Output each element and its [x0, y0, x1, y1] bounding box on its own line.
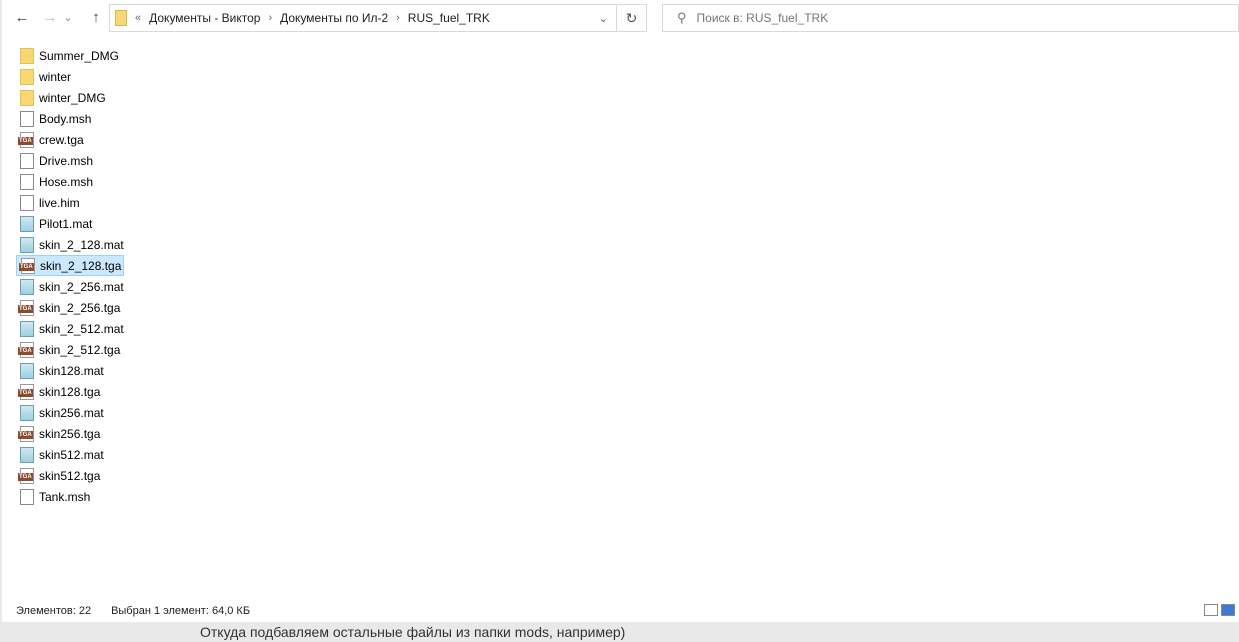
selection-info: Выбран 1 элемент: 64,0 КБ [111, 605, 251, 617]
file-icon [20, 173, 34, 190]
file-item[interactable]: live.him [16, 192, 124, 213]
tga-badge: TGA [18, 304, 33, 313]
file-name: Hose.msh [39, 174, 94, 189]
file-name: skin128.mat [39, 363, 104, 378]
file-item[interactable]: Summer_DMG [16, 45, 124, 66]
file-name: Drive.msh [39, 153, 94, 168]
refresh-button[interactable]: ↻ [617, 4, 647, 32]
breadcrumb-documents-viktor[interactable]: Документы - Виктор [149, 11, 260, 25]
chevron-right-icon: › [396, 12, 400, 24]
file-item[interactable]: skin_2_256.mat [16, 276, 124, 297]
explorer-window: ← → ⌄ ↑ « Документы - Виктор › Документы… [2, 0, 1239, 622]
file-item[interactable]: skin512.mat [16, 444, 124, 465]
file-name: Pilot1.mat [39, 216, 93, 231]
search-icon: ⚲ [677, 10, 687, 25]
large-icons-view-button[interactable] [1221, 604, 1235, 616]
tga-badge: TGA [18, 388, 33, 397]
tga-image-icon: TGA [19, 257, 35, 274]
file-icon [20, 488, 34, 505]
file-name: Body.msh [39, 111, 92, 126]
file-name: skin512.tga [39, 468, 101, 483]
folder-icon [115, 10, 127, 26]
details-view-button[interactable] [1204, 604, 1218, 616]
file-name: Tank.msh [39, 489, 91, 504]
tga-image-icon: TGA [18, 383, 34, 400]
file-name: live.him [39, 195, 80, 210]
file-name: skin256.mat [39, 405, 104, 420]
search-input[interactable] [696, 11, 1238, 25]
breadcrumb-current[interactable]: RUS_fuel_TRK [408, 11, 490, 25]
mat-file-icon [20, 278, 34, 295]
file-name: skin128.tga [39, 384, 101, 399]
file-name: winter_DMG [39, 90, 106, 105]
file-list: Summer_DMGwinter winter_DMG Body.msh TGA cre… [16, 45, 124, 507]
tga-image-icon: TGA [18, 131, 34, 148]
file-name: skin_2_128.mat [39, 237, 124, 252]
file-item[interactable]: TGA skin_2_128.tga [16, 255, 124, 276]
background-page-text: Откуда подбавляем остальные файлы из пап… [200, 624, 626, 640]
mat-file-icon [20, 404, 34, 421]
tga-badge: TGA [19, 262, 34, 271]
back-button[interactable]: ← [12, 8, 32, 28]
file-item[interactable]: Pilot1.mat [16, 213, 124, 234]
forward-button[interactable]: → [40, 8, 60, 28]
chevron-right-icon: › [268, 12, 273, 24]
file-icon [20, 152, 34, 169]
file-name: crew.tga [39, 132, 84, 147]
file-item[interactable]: skin_2_512.mat [16, 318, 124, 339]
search-box[interactable]: ⚲ [662, 4, 1239, 32]
file-item[interactable]: Hose.msh [16, 171, 124, 192]
file-item[interactable]: winter_DMG [16, 87, 124, 108]
overflow-chevron[interactable]: « [135, 12, 141, 24]
file-item[interactable]: Body.msh [16, 108, 124, 129]
file-item[interactable]: Drive.msh [16, 150, 124, 171]
mat-file-icon [20, 320, 34, 337]
folder-icon [20, 68, 34, 85]
tga-badge: TGA [18, 430, 33, 439]
file-name: winter [39, 69, 72, 84]
file-name: skin512.mat [39, 447, 104, 462]
mat-file-icon [20, 215, 34, 232]
mat-file-icon [20, 362, 34, 379]
file-item[interactable]: skin256.mat [16, 402, 124, 423]
file-name: Summer_DMG [39, 48, 120, 63]
mat-file-icon [20, 236, 34, 253]
file-name: skin_2_128.tga [40, 258, 122, 273]
file-name: skin_2_256.mat [39, 279, 124, 294]
folder-icon [20, 47, 34, 64]
file-item[interactable]: TGA skin512.tga [16, 465, 124, 486]
file-name: skin_2_512.tga [39, 342, 121, 357]
file-name: skin256.tga [39, 426, 101, 441]
folder-icon [20, 89, 34, 106]
mat-file-icon [20, 446, 34, 463]
tga-badge: TGA [18, 472, 33, 481]
navigation-bar: ← → ⌄ ↑ « Документы - Виктор › Документы… [2, 0, 1239, 38]
tga-image-icon: TGA [18, 341, 34, 358]
status-bar: Элементов: 22 Выбран 1 элемент: 64,0 КБ [2, 600, 1239, 622]
tga-badge: TGA [18, 346, 33, 355]
file-icon [20, 110, 34, 127]
file-name: skin_2_512.mat [39, 321, 124, 336]
breadcrumb-il2-docs[interactable]: Документы по Ил-2 [280, 11, 388, 25]
up-button[interactable]: ↑ [86, 8, 106, 28]
file-item[interactable]: TGA skin_2_256.tga [16, 297, 124, 318]
item-count: Элементов: 22 [16, 605, 92, 617]
file-item[interactable]: winter [16, 66, 124, 87]
file-item[interactable]: skin_2_128.mat [16, 234, 124, 255]
file-name: skin_2_256.tga [39, 300, 121, 315]
address-bar[interactable]: « Документы - Виктор › Документы по Ил-2… [109, 4, 617, 32]
tga-badge: TGA [18, 136, 33, 145]
recent-locations-button[interactable]: ⌄ [62, 8, 74, 28]
tga-image-icon: TGA [18, 425, 34, 442]
file-item[interactable]: TGA skin128.tga [16, 381, 124, 402]
file-icon [20, 194, 34, 211]
chevron-down-icon[interactable]: ⌄ [599, 12, 608, 25]
file-item[interactable]: TGA skin256.tga [16, 423, 124, 444]
file-item[interactable]: Tank.msh [16, 486, 124, 507]
tga-image-icon: TGA [18, 299, 34, 316]
file-item[interactable]: skin128.mat [16, 360, 124, 381]
tga-image-icon: TGA [18, 467, 34, 484]
file-item[interactable]: TGA skin_2_512.tga [16, 339, 124, 360]
file-item[interactable]: TGA crew.tga [16, 129, 124, 150]
